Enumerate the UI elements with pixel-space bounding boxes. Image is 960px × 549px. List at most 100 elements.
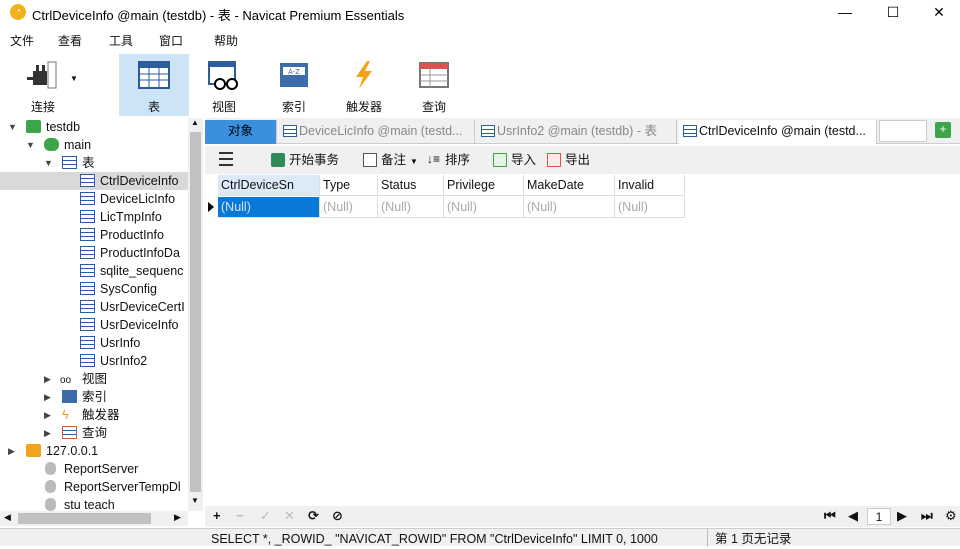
grid-cell[interactable]: (Null) <box>320 197 378 218</box>
sidebar-horizontal-scrollbar[interactable]: ◀ ▶ <box>0 511 188 526</box>
expand-arrow-icon[interactable]: ▶ <box>44 388 54 406</box>
table-toolbar: 开始事务 备注 ▼ ↓≡ 排序 导入 导出 <box>205 146 960 174</box>
tab-devicelicinfo[interactable]: DeviceLicInfo @main (testd... <box>279 120 475 144</box>
tree-table-item[interactable]: UsrDeviceInfo <box>0 316 188 334</box>
tree-server-db-item[interactable]: ReportServerTempDl <box>0 478 188 496</box>
trigger-button[interactable]: 触发器 <box>329 54 399 116</box>
column-header[interactable]: Privilege <box>444 175 524 196</box>
first-page-icon[interactable]: ⏮ <box>824 508 836 524</box>
stop-button[interactable]: ⊘ <box>332 508 343 524</box>
grid-cell[interactable]: (Null) <box>444 197 524 218</box>
grid-cell[interactable]: (Null) <box>378 197 444 218</box>
expand-arrow-icon[interactable]: ▶ <box>44 406 54 424</box>
new-tab-area[interactable] <box>879 120 927 142</box>
close-button[interactable]: ✕ <box>916 0 960 26</box>
expand-arrow-icon[interactable]: ▶ <box>44 370 54 388</box>
dropdown-arrow-icon[interactable]: ▼ <box>70 74 78 83</box>
index-icon <box>62 390 77 403</box>
tree-server[interactable]: ▶ 127.0.0.1 <box>0 442 188 460</box>
minimize-button[interactable]: — <box>822 0 868 26</box>
scroll-left-icon[interactable]: ◀ <box>4 512 11 523</box>
column-header[interactable]: CtrlDeviceSn <box>218 175 320 196</box>
tab-bar: 对象 DeviceLicInfo @main (testd... UsrInfo… <box>205 118 960 144</box>
tree-group-tables[interactable]: ▼ 表 <box>0 154 188 172</box>
refresh-button[interactable]: ⟳ <box>308 508 319 524</box>
tree-table-item[interactable]: UsrDeviceCertI <box>0 298 188 316</box>
tree-group-views[interactable]: ▶ oo 视图 <box>0 370 188 388</box>
scroll-up-icon[interactable]: ▲ <box>191 118 199 127</box>
tree-table-item[interactable]: CtrlDeviceInfo <box>0 172 188 190</box>
import-button[interactable]: 导入 <box>491 151 536 169</box>
tree-group-indexes[interactable]: ▶ 索引 <box>0 388 188 406</box>
previous-page-icon[interactable]: ◀ <box>848 508 858 524</box>
column-header[interactable]: Type <box>320 175 378 196</box>
scroll-down-icon[interactable]: ▼ <box>191 496 199 505</box>
menu-window[interactable]: 窗口 <box>159 32 183 49</box>
table-button[interactable]: 表 <box>119 54 189 116</box>
tab-usrinfo2[interactable]: UsrInfo2 @main (testdb) - 表 <box>477 120 677 144</box>
tree-table-item[interactable]: DeviceLicInfo <box>0 190 188 208</box>
hamburger-icon[interactable] <box>219 152 233 166</box>
tree-group-queries[interactable]: ▶ 查询 <box>0 424 188 442</box>
menu-view[interactable]: 查看 <box>58 32 82 49</box>
tree-table-item[interactable]: ProductInfo <box>0 226 188 244</box>
grid-cell[interactable]: (Null) <box>615 197 685 218</box>
table-icon <box>80 228 95 241</box>
tree-label: UsrDeviceCertI <box>100 300 185 314</box>
tree-table-item[interactable]: LicTmpInfo <box>0 208 188 226</box>
tab-ctrldeviceinfo[interactable]: CtrlDeviceInfo @main (testd... <box>679 120 877 144</box>
menu-file[interactable]: 文件 <box>10 32 34 49</box>
expand-arrow-icon[interactable]: ▶ <box>44 424 54 442</box>
collapse-arrow-icon[interactable]: ▼ <box>8 118 18 136</box>
button-label: 备注 <box>381 153 407 167</box>
tab-objects[interactable]: 对象 <box>205 120 277 144</box>
collapse-arrow-icon[interactable]: ▼ <box>44 154 54 172</box>
tree-db-testdb[interactable]: ▼ testdb <box>0 118 188 136</box>
column-header[interactable]: Invalid <box>615 175 685 196</box>
tree-table-item[interactable]: UsrInfo2 <box>0 352 188 370</box>
apply-changes-button[interactable]: ✓ <box>260 508 271 524</box>
table-icon <box>683 125 697 137</box>
tree-server-db-item[interactable]: ReportServer <box>0 460 188 478</box>
page-number-input[interactable]: 1 <box>867 508 891 525</box>
scroll-thumb[interactable] <box>18 513 151 524</box>
connect-button[interactable]: 连接 ▼ <box>8 54 78 116</box>
delete-record-button[interactable]: − <box>236 508 244 523</box>
menu-tools[interactable]: 工具 <box>109 32 133 49</box>
begin-transaction-button[interactable]: 开始事务 <box>269 151 339 169</box>
collapse-arrow-icon[interactable]: ▼ <box>26 136 36 154</box>
table-icon <box>80 174 95 187</box>
scroll-thumb[interactable] <box>190 132 201 492</box>
sort-button[interactable]: ↓≡ 排序 <box>425 151 470 169</box>
column-header[interactable]: Status <box>378 175 444 196</box>
index-button[interactable]: A-Z 索引 <box>259 54 329 116</box>
tree-group-triggers[interactable]: ▶ ϟ 触发器 <box>0 406 188 424</box>
discard-changes-button[interactable]: ✕ <box>284 508 295 524</box>
tree-schema-main[interactable]: ▼ main <box>0 136 188 154</box>
next-page-icon[interactable]: ▶ <box>897 508 907 524</box>
expand-arrow-icon[interactable]: ▶ <box>8 442 18 460</box>
gear-icon[interactable]: ⚙ <box>945 508 957 524</box>
dropdown-arrow-icon[interactable]: ▼ <box>410 157 418 166</box>
tree-table-item[interactable]: ProductInfoDa <box>0 244 188 262</box>
query-button[interactable]: 查询 <box>399 54 469 116</box>
menu-bar: 文件 查看 工具 窗口 帮助 <box>0 28 960 50</box>
tree-label: CtrlDeviceInfo <box>100 174 179 188</box>
column-header[interactable]: MakeDate <box>524 175 615 196</box>
maximize-button[interactable]: ☐ <box>870 0 916 26</box>
memo-button[interactable]: 备注 ▼ <box>361 151 418 169</box>
current-row-indicator-icon <box>208 202 214 212</box>
add-record-button[interactable]: + <box>213 508 221 523</box>
grid-cell[interactable]: (Null) <box>218 197 320 218</box>
menu-help[interactable]: 帮助 <box>214 32 238 49</box>
tree-table-item[interactable]: SysConfig <box>0 280 188 298</box>
scroll-right-icon[interactable]: ▶ <box>174 512 181 523</box>
grid-cell[interactable]: (Null) <box>524 197 615 218</box>
view-button[interactable]: 视图 <box>189 54 259 116</box>
export-button[interactable]: 导出 <box>545 151 590 169</box>
tree-table-item[interactable]: sqlite_sequenc <box>0 262 188 280</box>
new-query-icon[interactable]: + <box>935 122 951 138</box>
last-page-icon[interactable]: ⏭ <box>921 508 933 524</box>
tree-table-item[interactable]: UsrInfo <box>0 334 188 352</box>
sidebar-vertical-scrollbar[interactable]: ▲ ▼ <box>188 118 203 511</box>
